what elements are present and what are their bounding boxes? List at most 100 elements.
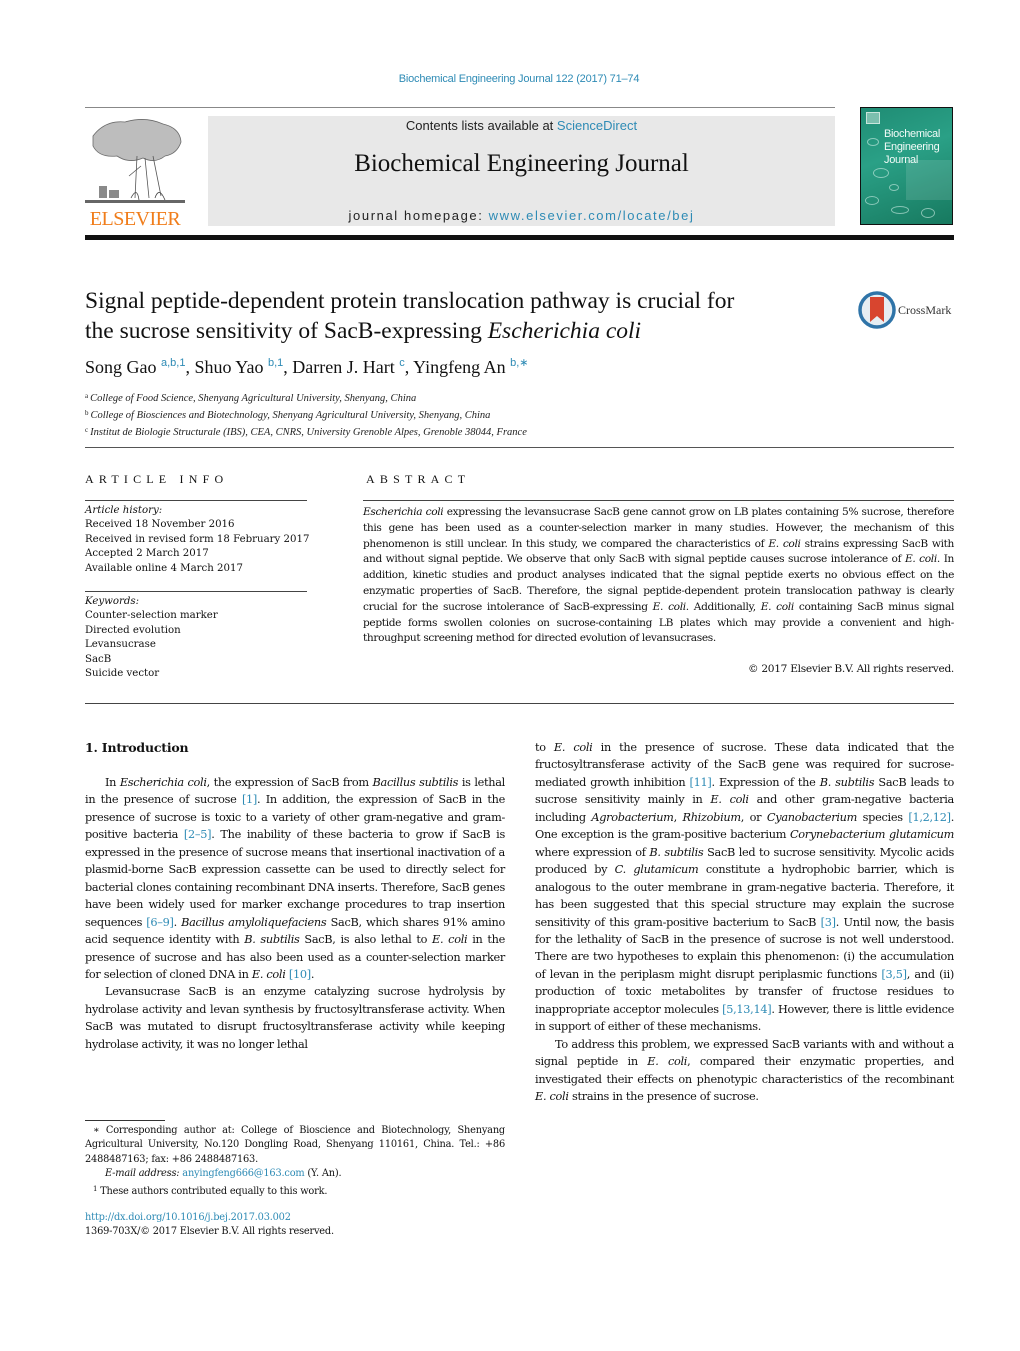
keyword: Counter-selection marker	[85, 610, 218, 622]
abstract-heading: ABSTRACT	[366, 472, 471, 486]
sciencedirect-link[interactable]: ScienceDirect	[557, 118, 637, 133]
article-info-divider	[85, 500, 307, 501]
homepage-line: journal homepage: www.elsevier.com/locat…	[208, 208, 835, 223]
reference-link[interactable]: [3,5]	[881, 968, 907, 981]
affiliation: c Institut de Biologie Structurale (IBS),…	[85, 423, 527, 440]
email-label: E-mail address:	[105, 1168, 183, 1180]
history-item: Received in revised form 18 February 201…	[85, 533, 310, 545]
cover-title-line: Biochemical	[884, 128, 941, 140]
body-divider	[85, 703, 954, 704]
text-run: to	[535, 741, 554, 754]
affiliation: a College of Food Science, Shenyang Agric…	[85, 389, 527, 406]
text-run: species	[857, 810, 909, 824]
text-run: where expression of	[535, 845, 650, 859]
email-suffix: (Y. An).	[304, 1168, 342, 1180]
reference-link[interactable]: [1,2,12]	[908, 811, 951, 824]
author[interactable]: Yingfeng An b,∗	[413, 357, 528, 377]
author-name: Shuo Yao	[194, 357, 264, 377]
reference-link[interactable]: [5,13,14]	[722, 1003, 772, 1016]
title-species: Escherichia coli	[487, 318, 642, 344]
abstract-text: Escherichia coli expressing the levansuc…	[363, 505, 954, 647]
cover-decoration	[873, 168, 889, 178]
italic-term: E. coli	[432, 933, 468, 947]
body-column-right: to E. coli in the presence of sucrose. T…	[535, 739, 954, 1106]
author-affil-marks[interactable]: c	[399, 357, 405, 369]
journal-cover-thumbnail[interactable]: Biochemical Engineering Journal	[860, 107, 953, 225]
italic-term: E. coli	[553, 741, 593, 754]
article-title: Signal peptide-dependent protein translo…	[85, 286, 845, 346]
text-run: ,	[673, 810, 683, 824]
text-run: , the expression of SacB from	[206, 776, 373, 789]
corresponding-author-note: ∗ Corresponding author at: College of Bi…	[85, 1125, 505, 1165]
history-label: Article history:	[85, 505, 163, 516]
author-affil-marks[interactable]: b,∗	[510, 357, 528, 369]
italic-term: E. coli	[251, 967, 286, 981]
italic-term: E. coli	[535, 1090, 569, 1104]
body-paragraph: to E. coli in the presence of sucrose. T…	[535, 739, 954, 1036]
abstract-copyright: © 2017 Elsevier B.V. All rights reserved…	[748, 663, 954, 675]
author[interactable]: Song Gao a,b,1	[85, 357, 185, 377]
author-name: Song Gao	[85, 357, 157, 377]
italic-term: C. glutamicum	[614, 863, 699, 877]
affiliations: a College of Food Science, Shenyang Agric…	[85, 389, 527, 440]
reference-link[interactable]: [10]	[289, 968, 311, 981]
elsevier-wordmark: ELSEVIER	[89, 208, 181, 230]
affiliation-divider	[85, 447, 954, 448]
contents-prefix: Contents lists available at	[405, 118, 557, 133]
crossmark-icon	[858, 291, 896, 329]
footnote-text: These authors contributed equally to thi…	[97, 1185, 328, 1197]
cover-title-line: Journal	[884, 154, 918, 166]
italic-term: E. coli	[652, 600, 686, 613]
history-item: Received 18 November 2016	[85, 519, 235, 531]
history-item: Available online 4 March 2017	[85, 562, 243, 574]
text-run: . Additionally,	[685, 600, 761, 613]
text-run: SacB, is also lethal to	[299, 933, 433, 947]
journal-title: Biochemical Engineering Journal	[354, 150, 689, 177]
italic-term: E. coli	[768, 537, 801, 550]
cover-decoration	[865, 196, 879, 205]
footnote-divider	[85, 1120, 165, 1121]
reference-link[interactable]: [6–9]	[146, 916, 174, 929]
journal-citation-link[interactable]: Biochemical Engineering Journal 122 (201…	[0, 73, 1020, 85]
equal-contribution-note: 1 These authors contributed equally to t…	[85, 1182, 505, 1199]
issn-copyright: 1369-703X/© 2017 Elsevier B.V. All right…	[85, 1226, 334, 1237]
email-link[interactable]: anyingfeng666@163.com	[182, 1168, 304, 1179]
reference-link[interactable]: [11]	[690, 776, 712, 789]
cover-title-line: Engineering	[884, 141, 940, 153]
crossmark-button[interactable]: CrossMark	[858, 291, 958, 331]
author-affil-marks[interactable]: b,1	[268, 357, 283, 369]
title-line-1: Signal peptide-dependent protein translo…	[85, 288, 735, 314]
italic-term: B. subtilis	[819, 775, 875, 789]
abstract-divider	[363, 500, 954, 501]
body-column-left: In Escherichia coli, the expression of S…	[85, 774, 505, 1053]
doi-link[interactable]: http://dx.doi.org/10.1016/j.bej.2017.03.…	[85, 1212, 291, 1223]
reference-link[interactable]: [3]	[821, 916, 836, 929]
elsevier-tree-icon	[85, 119, 185, 203]
elsevier-logo[interactable]: ELSEVIER	[85, 116, 185, 230]
author[interactable]: Darren J. Hart c	[292, 357, 404, 377]
italic-term: Bacillus amyloliquefaciens	[181, 915, 327, 929]
italic-term: E. coli	[710, 793, 749, 807]
reference-link[interactable]: [1]	[242, 793, 257, 806]
italic-term: B. subtilis	[649, 845, 704, 859]
author[interactable]: Shuo Yao b,1	[194, 357, 283, 377]
italic-term: Agrobacterium	[591, 810, 674, 824]
affiliation-text: College of Food Science, Shenyang Agricu…	[90, 393, 417, 404]
text-run: . Expression of the	[711, 775, 820, 789]
contents-line: Contents lists available at ScienceDirec…	[208, 118, 835, 133]
cover-decoration	[891, 206, 909, 214]
italic-term: B. subtilis	[244, 933, 300, 947]
article-info-heading: ARTICLE INFO	[85, 472, 229, 486]
keyword: SacB	[85, 653, 112, 665]
keywords: Keywords: Counter-selection marker Direc…	[85, 595, 310, 681]
body-paragraph: In Escherichia coli, the expression of S…	[85, 774, 505, 983]
text-run: strains in the presence of sucrose.	[568, 1090, 759, 1104]
reference-link[interactable]: [2–5]	[184, 828, 212, 841]
author-list: Song Gao a,b,1, Shuo Yao b,1, Darren J. …	[85, 357, 529, 377]
email-note: E-mail address: anyingfeng666@163.com (Y…	[85, 1167, 505, 1181]
author-affil-marks[interactable]: a,b,1	[161, 357, 185, 369]
homepage-link[interactable]: www.elsevier.com/locate/bej	[489, 208, 695, 223]
cover-title: Biochemical Engineering Journal	[884, 128, 940, 167]
introduction-heading: 1. Introduction	[85, 740, 189, 755]
affiliation-text: Institut de Biologie Structurale (IBS), …	[90, 427, 527, 438]
